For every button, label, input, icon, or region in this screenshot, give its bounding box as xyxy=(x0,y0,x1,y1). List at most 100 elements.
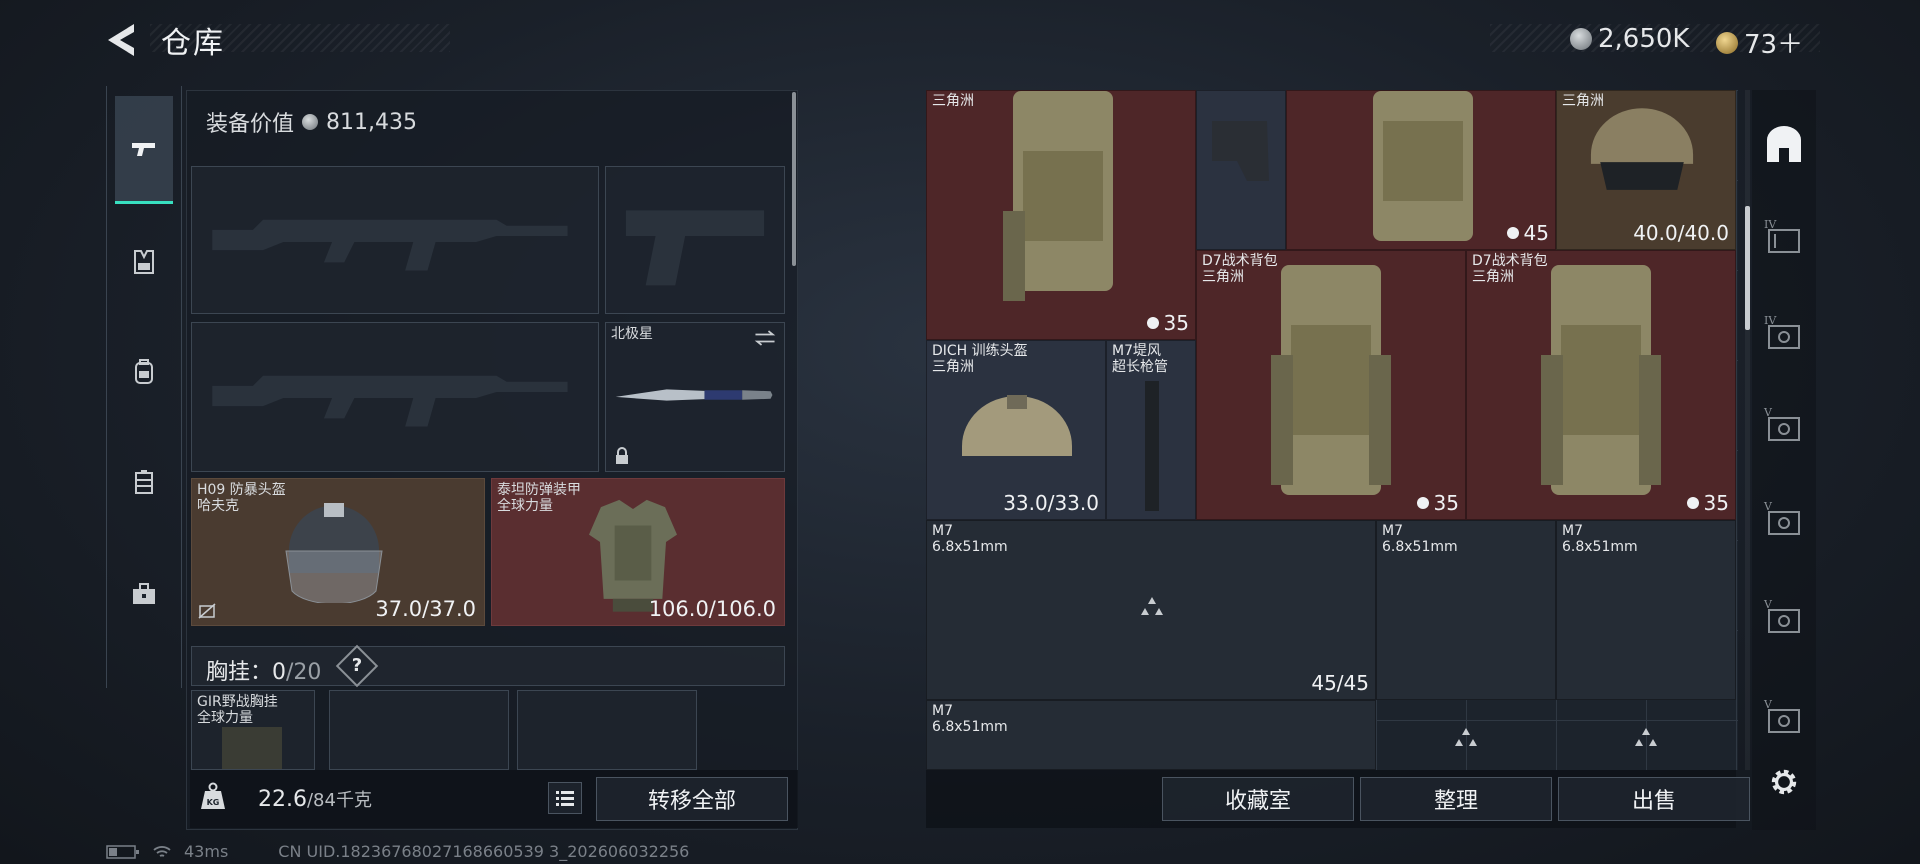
pistol-slot[interactable] xyxy=(605,166,785,314)
stash-item-ammo[interactable]: M7 6.8x51mm 45/45 xyxy=(926,520,1376,700)
stash-item-ammo[interactable]: M7 6.8x51mm xyxy=(1556,520,1736,700)
tab-weapons[interactable] xyxy=(115,96,173,204)
stash-item-helmet[interactable]: 三角洲 40.0/40.0 xyxy=(1556,90,1736,250)
melee-slot[interactable]: 北极星 xyxy=(605,322,785,472)
item-name: D7战术背包 xyxy=(1472,253,1548,269)
tab-stash-v-2[interactable]: V xyxy=(1758,492,1810,544)
backpack-image xyxy=(1373,91,1473,241)
ping-value: 43ms xyxy=(184,842,229,861)
item-caliber: 6.8x51mm xyxy=(932,719,1008,735)
backpack-image xyxy=(1271,265,1391,495)
item-count: 45 xyxy=(1506,221,1549,245)
item-count: 35 xyxy=(1686,491,1729,515)
item-name-block: M7 6.8x51mm xyxy=(932,523,1008,555)
loadout-scrollbar[interactable] xyxy=(792,92,796,266)
weight-icon: KG xyxy=(201,782,225,809)
barrel-image xyxy=(1145,381,1159,511)
battery-icon xyxy=(106,844,139,859)
help-icon[interactable]: ? xyxy=(342,651,372,681)
ammo-icon xyxy=(1455,728,1477,746)
stack-icon xyxy=(1416,497,1429,509)
stack-icon xyxy=(1146,317,1159,329)
chest-rig-label: 胸挂： xyxy=(206,660,273,685)
coin-icon xyxy=(302,114,319,130)
gear-icon xyxy=(1771,769,1797,795)
storage-v-icon: V xyxy=(1763,698,1800,733)
item-durability: 33.0/33.0 xyxy=(1003,491,1099,515)
chest-rig-max: /20 xyxy=(286,660,322,685)
item-count-value: 35 xyxy=(1703,491,1729,515)
secondary-weapon-slot[interactable] xyxy=(191,322,599,472)
tab-backpack[interactable] xyxy=(115,318,173,426)
stash-home-icon xyxy=(1767,126,1801,162)
premium-coin-icon xyxy=(1716,31,1738,54)
tab-stash-iv-1[interactable]: IV xyxy=(1758,210,1810,262)
tab-armor[interactable] xyxy=(115,208,173,316)
page-title: 仓库 xyxy=(161,26,225,61)
storage-iv-icon: IV xyxy=(1764,218,1800,253)
back-button[interactable] xyxy=(104,22,144,58)
player-uid: CN UID.18236768027168660539 3_2026060322… xyxy=(278,842,690,861)
currency-balance: 2,650K xyxy=(1570,24,1689,54)
vest-icon xyxy=(134,250,154,274)
settings-button[interactable] xyxy=(1758,756,1810,808)
lock-icon xyxy=(616,447,628,464)
rig-slot-3[interactable] xyxy=(517,690,697,770)
tab-rig[interactable] xyxy=(115,428,173,536)
coin-icon xyxy=(1570,28,1592,50)
stash-scrollbar[interactable] xyxy=(1745,206,1750,330)
list-view-icon[interactable] xyxy=(548,782,582,814)
sell-button[interactable]: 出售 xyxy=(1558,777,1750,821)
equipment-value-label: 装备价值 xyxy=(206,112,295,137)
stash-item-ammo[interactable]: M7 6.8x51mm xyxy=(1376,520,1556,700)
backpack-image xyxy=(1541,265,1661,495)
item-name: M7 xyxy=(932,523,953,539)
tab-stash-v-4[interactable]: V xyxy=(1758,690,1810,742)
item-count-value: 35 xyxy=(1433,491,1459,515)
helmet-durability: 40.0/40.0 xyxy=(1633,221,1729,245)
chest-rig-item[interactable]: GIR野战胸挂 全球力量 xyxy=(191,690,315,770)
swap-icon[interactable] xyxy=(752,329,778,347)
stash-item-ammo[interactable]: M7 6.8x51mm xyxy=(926,700,1376,770)
helmet-image xyxy=(1590,108,1694,190)
armor-slot[interactable]: 泰坦防弹装甲 全球力量 106.0/106.0 xyxy=(491,478,785,626)
chest-rig-count: 0 xyxy=(272,660,287,685)
sort-button[interactable]: 整理 xyxy=(1360,777,1552,821)
stash-item-backpack[interactable]: 45 xyxy=(1286,90,1556,250)
riot-helmet-image xyxy=(285,503,383,603)
storage-iv-icon: IV xyxy=(1764,314,1800,349)
status-bar: 43ms CN UID.18236768027168660539 3_20260… xyxy=(106,842,689,861)
stash-item-dich-helmet[interactable]: DICH 训练头盔 三角洲 33.0/33.0 xyxy=(926,340,1106,520)
backpack-image xyxy=(1003,91,1113,301)
stash-item-d7-backpack[interactable]: D7战术背包 三角洲 35 xyxy=(1466,250,1736,520)
rig-slot-2[interactable] xyxy=(329,690,509,770)
primary-weapon-slot[interactable] xyxy=(191,166,599,314)
helmet-brand: 哈夫克 xyxy=(197,498,239,514)
helmet-slot[interactable]: H09 防暴头盔 哈夫克 37.0/37.0 xyxy=(191,478,485,626)
currency-balance-value: 2,650K xyxy=(1598,24,1690,54)
helmet-image xyxy=(962,395,1072,456)
item-caliber: 6.8x51mm xyxy=(932,539,1008,555)
stash-grid: 三角洲 35 45 三角洲 40.0/40.0 D7战术背包 三角洲 35 D7… xyxy=(926,90,1738,770)
collection-room-button[interactable]: 收藏室 xyxy=(1162,777,1354,821)
stash-item-barrel[interactable]: M7堤风 超长枪管 xyxy=(1106,340,1196,520)
tab-case[interactable] xyxy=(115,540,173,648)
tab-stash-iv-2[interactable]: IV xyxy=(1758,306,1810,358)
item-name-block: D7战术背包 三角洲 xyxy=(1472,253,1548,285)
armor-name-block: 泰坦防弹装甲 全球力量 xyxy=(497,482,581,514)
armor-brand: 全球力量 xyxy=(497,498,553,514)
stack-icon xyxy=(1686,497,1699,509)
stash-item-stock[interactable] xyxy=(1196,90,1286,250)
stash-item-backpack[interactable]: 三角洲 35 xyxy=(926,90,1196,340)
tab-stash-v-1[interactable]: V xyxy=(1758,398,1810,450)
item-brand: 三角洲 xyxy=(932,93,974,109)
carry-weight-max: /84千克 xyxy=(306,790,372,811)
item-name-block: M7 6.8x51mm xyxy=(1382,523,1458,555)
tab-all-stash[interactable] xyxy=(1758,118,1810,170)
tab-stash-v-3[interactable]: V xyxy=(1758,590,1810,642)
item-name: M7 xyxy=(1382,523,1403,539)
premium-currency[interactable]: 73＋ xyxy=(1716,24,1803,61)
storage-v-icon: V xyxy=(1763,500,1800,535)
stash-item-d7-backpack[interactable]: D7战术背包 三角洲 35 xyxy=(1196,250,1466,520)
transfer-all-button[interactable]: 转移全部 xyxy=(596,777,788,821)
